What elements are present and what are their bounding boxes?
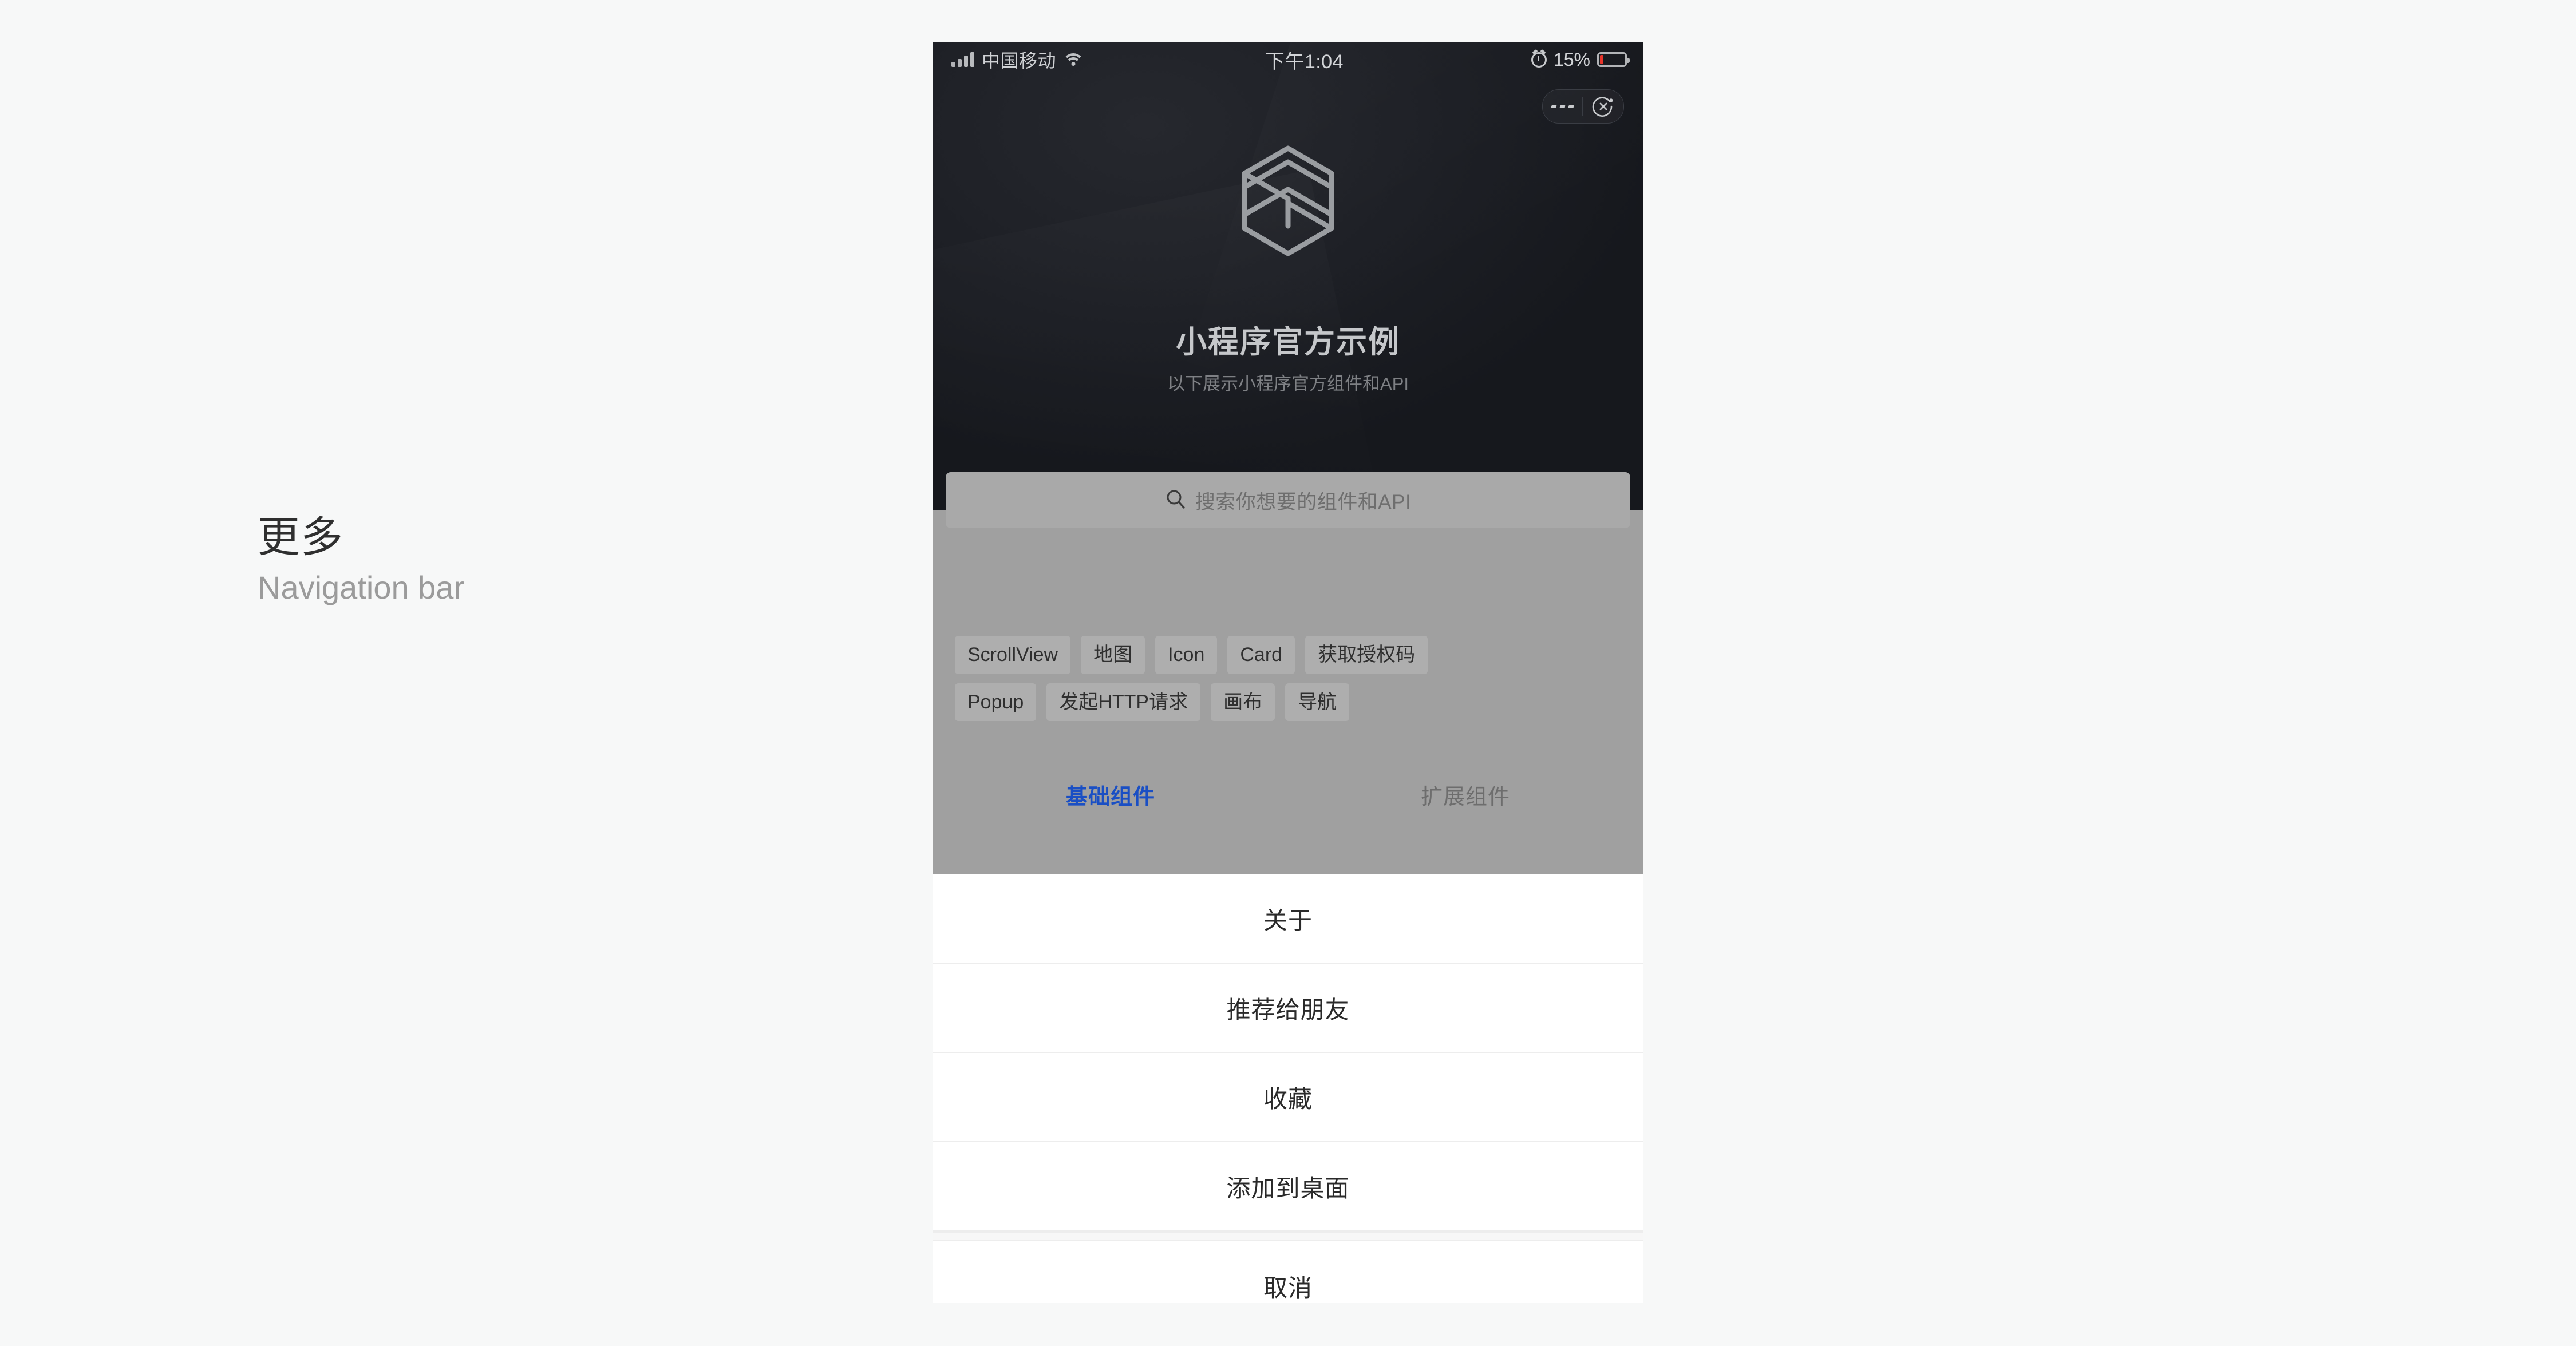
dim-overlay[interactable]: ScrollView 地图 Icon Card 获取授权码 Popup 发起HT… [933,510,1643,874]
tag-chip[interactable]: Popup [955,683,1037,721]
alarm-clock-icon [1531,52,1547,68]
action-sheet-cancel-button[interactable]: 取消 [933,1241,1643,1303]
app-title: 小程序官方示例 [1176,325,1400,359]
close-circle-icon[interactable] [1583,95,1623,118]
action-sheet-item-favorite[interactable]: 收藏 [933,1053,1643,1142]
tag-chip[interactable]: 获取授权码 [1305,636,1428,674]
tag-chip[interactable]: 画布 [1211,683,1275,721]
app-subtitle: 以下展示小程序官方组件和API [1167,374,1409,394]
capsule-button-bar [1542,89,1624,124]
hot-tags-row-2: Popup 发起HTTP请求 画布 导航 [955,683,1625,721]
search-icon [1165,488,1187,513]
annotation-title: 更多 [258,513,343,561]
app-hero-header [933,42,1643,510]
action-sheet-item-about[interactable]: 关于 [933,874,1643,964]
hexagon-logo-icon [1238,145,1338,260]
status-bar-right: 15% [1531,49,1630,70]
wifi-icon [1062,52,1085,67]
tag-chip[interactable]: Card [1227,636,1295,674]
status-bar-time: 下午1:04 [1265,50,1344,73]
hot-tags-container: ScrollView 地图 Icon Card 获取授权码 Popup 发起HT… [955,636,1625,730]
tag-chip[interactable]: Icon [1155,636,1218,674]
status-bar-left: 中国移动 [951,46,1085,73]
more-dots-icon[interactable] [1543,105,1582,108]
tag-chip[interactable]: 导航 [1285,683,1350,721]
action-sheet: 关于 推荐给朋友 收藏 添加到桌面 取消 [933,874,1643,1303]
search-input[interactable]: 搜索你想要的组件和API [946,472,1630,528]
component-tabs: 基础组件 扩展组件 [933,779,1643,810]
annotation-block: 更多 Navigation bar [258,513,773,606]
action-sheet-separator [933,1232,1643,1241]
tag-chip[interactable]: ScrollView [955,636,1071,674]
signal-bars-icon [951,52,974,67]
battery-icon [1597,52,1630,67]
status-bar: 中国移动 下午1:04 15% [933,42,1643,77]
action-sheet-item-add-to-desktop[interactable]: 添加到桌面 [933,1142,1643,1232]
tag-chip[interactable]: 地图 [1081,636,1145,674]
action-sheet-item-recommend[interactable]: 推荐给朋友 [933,964,1643,1053]
tab-extended-components[interactable]: 扩展组件 [1288,779,1643,810]
annotation-subtitle: Navigation bar [258,569,465,605]
battery-percent-label: 15% [1553,49,1590,70]
hot-tags-row-1: ScrollView 地图 Icon Card 获取授权码 [955,636,1625,674]
carrier-label: 中国移动 [982,50,1057,71]
search-placeholder: 搜索你想要的组件和API [1195,490,1412,513]
tab-basic-components[interactable]: 基础组件 [933,779,1288,810]
tag-chip[interactable]: 发起HTTP请求 [1046,683,1201,721]
phone-screen: 中国移动 下午1:04 15% 小程序官方示例 以下展示小程序官方组件和API … [933,42,1643,1303]
